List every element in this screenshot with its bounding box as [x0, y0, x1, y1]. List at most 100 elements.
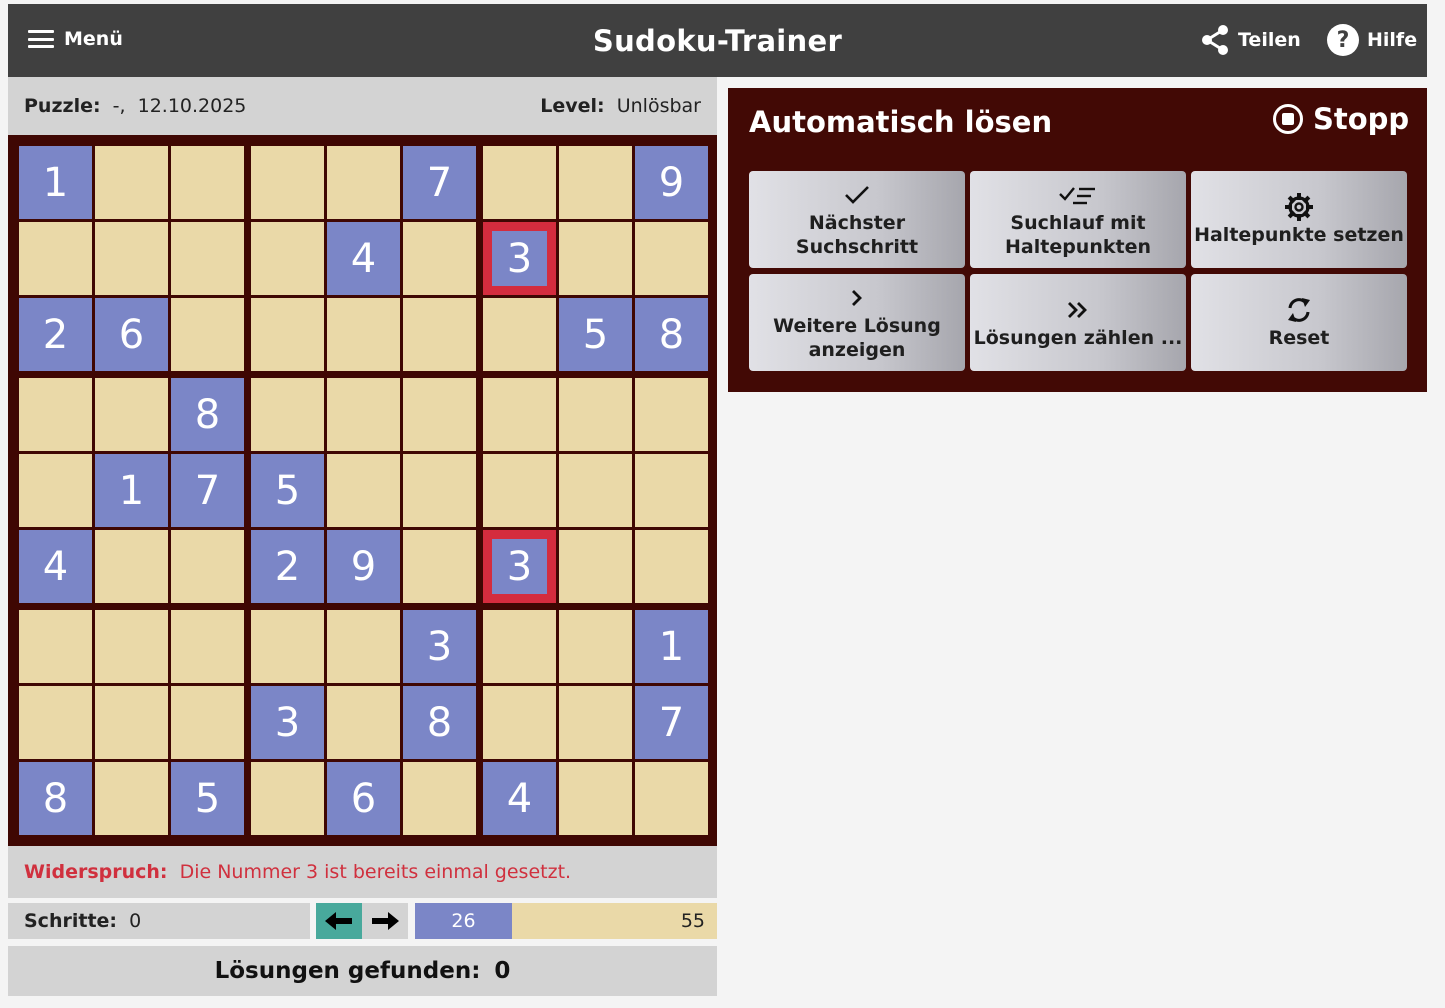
- sudoku-cell[interactable]: 6: [327, 762, 400, 835]
- cell-value: 7: [426, 159, 453, 206]
- reset-button[interactable]: Reset: [1191, 274, 1407, 371]
- sudoku-cell[interactable]: 1: [95, 454, 168, 527]
- sudoku-cell[interactable]: [327, 686, 400, 759]
- sudoku-cell[interactable]: [251, 298, 324, 371]
- set-breakpoints-button[interactable]: Haltepunkte setzen: [1191, 171, 1407, 268]
- sudoku-cell[interactable]: 6: [95, 298, 168, 371]
- sudoku-cell[interactable]: [635, 454, 708, 527]
- sudoku-cell[interactable]: [483, 610, 556, 683]
- sudoku-cell[interactable]: [559, 686, 632, 759]
- step-forward-button[interactable]: [362, 903, 408, 939]
- sudoku-cell[interactable]: 4: [19, 530, 92, 603]
- sudoku-cell[interactable]: [403, 762, 476, 835]
- show-more-solution-button[interactable]: Weitere Lösung anzeigen: [749, 274, 965, 371]
- sudoku-cell[interactable]: [251, 146, 324, 219]
- sudoku-cell[interactable]: [95, 686, 168, 759]
- sudoku-cell[interactable]: [95, 762, 168, 835]
- sudoku-cell[interactable]: 2: [251, 530, 324, 603]
- sudoku-cell[interactable]: 8: [171, 378, 244, 451]
- cell-value: 1: [118, 467, 145, 514]
- sudoku-cell[interactable]: 5: [251, 454, 324, 527]
- help-button[interactable]: ? Hilfe: [1327, 24, 1417, 56]
- sudoku-cell[interactable]: [171, 222, 244, 295]
- sudoku-cell[interactable]: [171, 298, 244, 371]
- sudoku-cell[interactable]: [403, 530, 476, 603]
- sudoku-cell[interactable]: 5: [559, 298, 632, 371]
- sudoku-cell[interactable]: [327, 146, 400, 219]
- sudoku-cell[interactable]: [483, 298, 556, 371]
- sudoku-cell[interactable]: [95, 146, 168, 219]
- sudoku-cell[interactable]: [95, 378, 168, 451]
- sudoku-cell[interactable]: [19, 686, 92, 759]
- sudoku-cell[interactable]: [635, 530, 708, 603]
- sudoku-cell[interactable]: [403, 222, 476, 295]
- sudoku-cell[interactable]: [403, 454, 476, 527]
- sudoku-cell[interactable]: 8: [635, 298, 708, 371]
- next-search-step-button[interactable]: Nächster Suchschritt: [749, 171, 965, 268]
- sudoku-cell[interactable]: 7: [635, 686, 708, 759]
- sudoku-cell[interactable]: 4: [483, 762, 556, 835]
- sudoku-cell[interactable]: 3: [483, 530, 556, 603]
- sudoku-cell[interactable]: 3: [483, 222, 556, 295]
- search-with-breakpoints-button[interactable]: Suchlauf mit Haltepunkten: [970, 171, 1186, 268]
- sudoku-cell[interactable]: [171, 686, 244, 759]
- sudoku-cell[interactable]: [483, 686, 556, 759]
- step-back-button[interactable]: [316, 903, 362, 939]
- sudoku-cell[interactable]: [559, 762, 632, 835]
- sudoku-cell[interactable]: [251, 610, 324, 683]
- count-solutions-button[interactable]: Lösungen zählen ...: [970, 274, 1186, 371]
- sudoku-cell[interactable]: 3: [403, 610, 476, 683]
- sudoku-cell[interactable]: [95, 222, 168, 295]
- sudoku-cell[interactable]: [19, 378, 92, 451]
- sudoku-cell[interactable]: [95, 610, 168, 683]
- sudoku-cell[interactable]: [251, 378, 324, 451]
- sudoku-cell[interactable]: [559, 530, 632, 603]
- sudoku-cell[interactable]: 7: [171, 454, 244, 527]
- sudoku-cell[interactable]: [403, 298, 476, 371]
- fill-progress-bar: 26 55: [415, 903, 717, 939]
- sudoku-cell[interactable]: 8: [19, 762, 92, 835]
- cell-value: 2: [42, 311, 69, 358]
- sudoku-cell[interactable]: [559, 610, 632, 683]
- sudoku-cell[interactable]: 8: [403, 686, 476, 759]
- sudoku-cell[interactable]: [635, 378, 708, 451]
- sudoku-cell[interactable]: [327, 378, 400, 451]
- sudoku-cell[interactable]: [171, 530, 244, 603]
- sudoku-cell[interactable]: 1: [635, 610, 708, 683]
- sudoku-cell[interactable]: [559, 146, 632, 219]
- sudoku-cell[interactable]: [95, 530, 168, 603]
- puzzle-value: -, 12.10.2025: [112, 95, 247, 117]
- sudoku-cell[interactable]: [483, 454, 556, 527]
- sudoku-cell[interactable]: [635, 222, 708, 295]
- sudoku-cell[interactable]: [19, 454, 92, 527]
- sudoku-cell[interactable]: [19, 610, 92, 683]
- sudoku-cell[interactable]: [559, 378, 632, 451]
- sudoku-cell[interactable]: 4: [327, 222, 400, 295]
- checklist-icon: [1059, 181, 1097, 209]
- sudoku-cell[interactable]: [19, 222, 92, 295]
- sudoku-cell[interactable]: 2: [19, 298, 92, 371]
- sudoku-cell[interactable]: 9: [635, 146, 708, 219]
- sudoku-cell[interactable]: [327, 454, 400, 527]
- sudoku-cell[interactable]: [559, 454, 632, 527]
- gear-icon: [1284, 192, 1314, 221]
- sudoku-cell[interactable]: [483, 146, 556, 219]
- sudoku-cell[interactable]: 1: [19, 146, 92, 219]
- sudoku-cell[interactable]: 7: [403, 146, 476, 219]
- sudoku-cell[interactable]: [635, 762, 708, 835]
- sudoku-cell[interactable]: [559, 222, 632, 295]
- sudoku-cell[interactable]: [171, 146, 244, 219]
- sudoku-cell[interactable]: [483, 378, 556, 451]
- sudoku-cell[interactable]: [327, 298, 400, 371]
- sudoku-cell[interactable]: [327, 610, 400, 683]
- stop-button[interactable]: Stopp: [1273, 102, 1409, 136]
- sudoku-cell[interactable]: 9: [327, 530, 400, 603]
- sudoku-cell[interactable]: [251, 762, 324, 835]
- sudoku-cell[interactable]: 3: [251, 686, 324, 759]
- sudoku-cell[interactable]: [171, 610, 244, 683]
- sudoku-cell[interactable]: 5: [171, 762, 244, 835]
- share-button[interactable]: Teilen: [1200, 24, 1301, 56]
- sudoku-cell[interactable]: [403, 378, 476, 451]
- cell-value: 9: [350, 543, 377, 590]
- sudoku-cell[interactable]: [251, 222, 324, 295]
